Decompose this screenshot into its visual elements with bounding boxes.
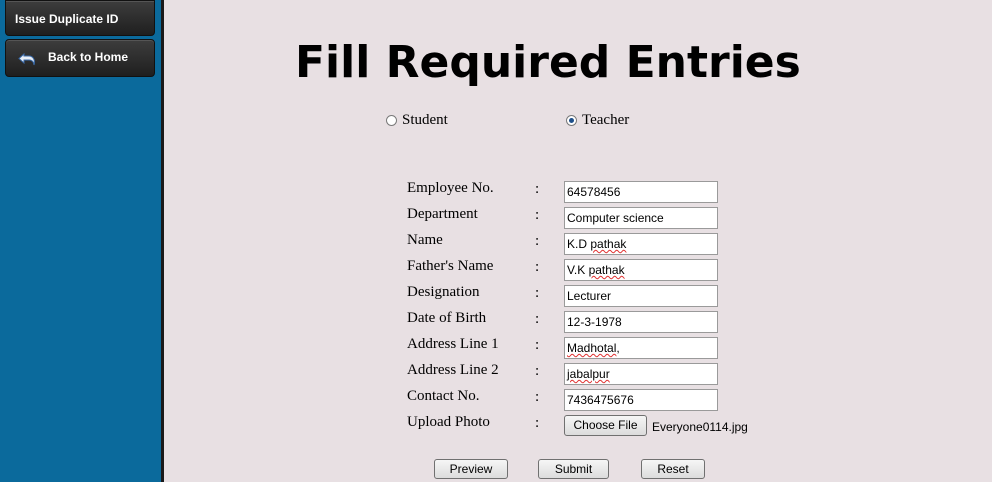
fathers-name-value-surname: pathak (588, 263, 625, 277)
department-input[interactable]: Computer science (564, 207, 718, 229)
issue-duplicate-id-button[interactable]: Issue Duplicate ID (5, 0, 155, 36)
colon: : (535, 337, 540, 353)
employee-no-value: 64578456 (567, 185, 621, 199)
name-value-surname: pathak (590, 237, 627, 251)
role-option-student[interactable]: Student (386, 112, 448, 129)
colon: : (535, 285, 540, 301)
upload-photo-label: Upload Photo (407, 414, 490, 430)
back-to-home-label: Back to Home (48, 50, 129, 64)
fathers-name-value-initials: V.K (567, 263, 589, 277)
page-title: Fill Required Entries (295, 37, 801, 88)
submit-button[interactable]: Submit (538, 459, 609, 479)
fathers-name-label: Father's Name (407, 258, 494, 274)
name-row: Name : K.D pathak (0, 232, 992, 257)
employee-no-input[interactable]: 64578456 (564, 181, 718, 203)
name-input[interactable]: K.D pathak (564, 233, 718, 255)
address-line-1-row: Address Line 1 : Madhotal, (0, 336, 992, 361)
employee-no-label: Employee No. (407, 180, 494, 196)
date-of-birth-input[interactable]: 12-3-1978 (564, 311, 718, 333)
address-line-1-value-comma: , (616, 341, 620, 355)
department-label: Department (407, 206, 478, 222)
back-to-home-button[interactable]: Back to Home (5, 39, 155, 77)
student-radio[interactable] (386, 115, 397, 126)
colon: : (535, 363, 540, 379)
address-line-1-label: Address Line 1 (407, 336, 499, 352)
name-label: Name (407, 232, 443, 248)
date-of-birth-row: Date of Birth : 12-3-1978 (0, 310, 992, 335)
colon: : (535, 207, 540, 223)
designation-label: Designation (407, 284, 480, 300)
colon: : (535, 259, 540, 275)
department-value: Computer science (567, 211, 664, 225)
reset-button[interactable]: Reset (641, 459, 705, 479)
address-line-1-input[interactable]: Madhotal, (564, 337, 718, 359)
contact-no-value: 7436475676 (567, 393, 634, 407)
name-value-initials: K.D (567, 237, 591, 251)
address-line-1-value: Madhotal (567, 341, 617, 355)
choose-file-button[interactable]: Choose File (564, 415, 647, 436)
student-label: Student (402, 112, 448, 128)
address-line-2-label: Address Line 2 (407, 362, 499, 378)
contact-no-row: Contact No. : 7436475676 (0, 388, 992, 413)
date-of-birth-value: 12-3-1978 (567, 315, 622, 329)
issue-duplicate-id-label: Issue Duplicate ID (15, 12, 119, 26)
address-line-2-value: jabalpur (567, 367, 610, 381)
colon: : (535, 415, 540, 431)
back-arrow-icon (18, 49, 38, 69)
designation-input[interactable]: Lecturer (564, 285, 718, 307)
preview-button[interactable]: Preview (434, 459, 508, 479)
designation-value: Lecturer (567, 289, 612, 303)
colon: : (535, 389, 540, 405)
colon: : (535, 311, 540, 327)
role-option-teacher[interactable]: Teacher (566, 112, 629, 129)
selected-filename: Everyone0114.jpg (652, 420, 748, 434)
fathers-name-row: Father's Name : V.K pathak (0, 258, 992, 283)
address-line-2-row: Address Line 2 : jabalpur (0, 362, 992, 387)
upload-photo-row: Upload Photo : Choose File Everyone0114.… (0, 414, 992, 439)
designation-row: Designation : Lecturer (0, 284, 992, 309)
department-row: Department : Computer science (0, 206, 992, 231)
date-of-birth-label: Date of Birth (407, 310, 487, 326)
contact-no-label: Contact No. (407, 388, 480, 404)
fathers-name-input[interactable]: V.K pathak (564, 259, 718, 281)
colon: : (535, 181, 540, 197)
colon: : (535, 233, 540, 249)
contact-no-input[interactable]: 7436475676 (564, 389, 718, 411)
employee-no-row: Employee No. : 64578456 (0, 180, 992, 205)
teacher-label: Teacher (582, 112, 630, 128)
teacher-radio[interactable] (566, 115, 577, 126)
address-line-2-input[interactable]: jabalpur (564, 363, 718, 385)
